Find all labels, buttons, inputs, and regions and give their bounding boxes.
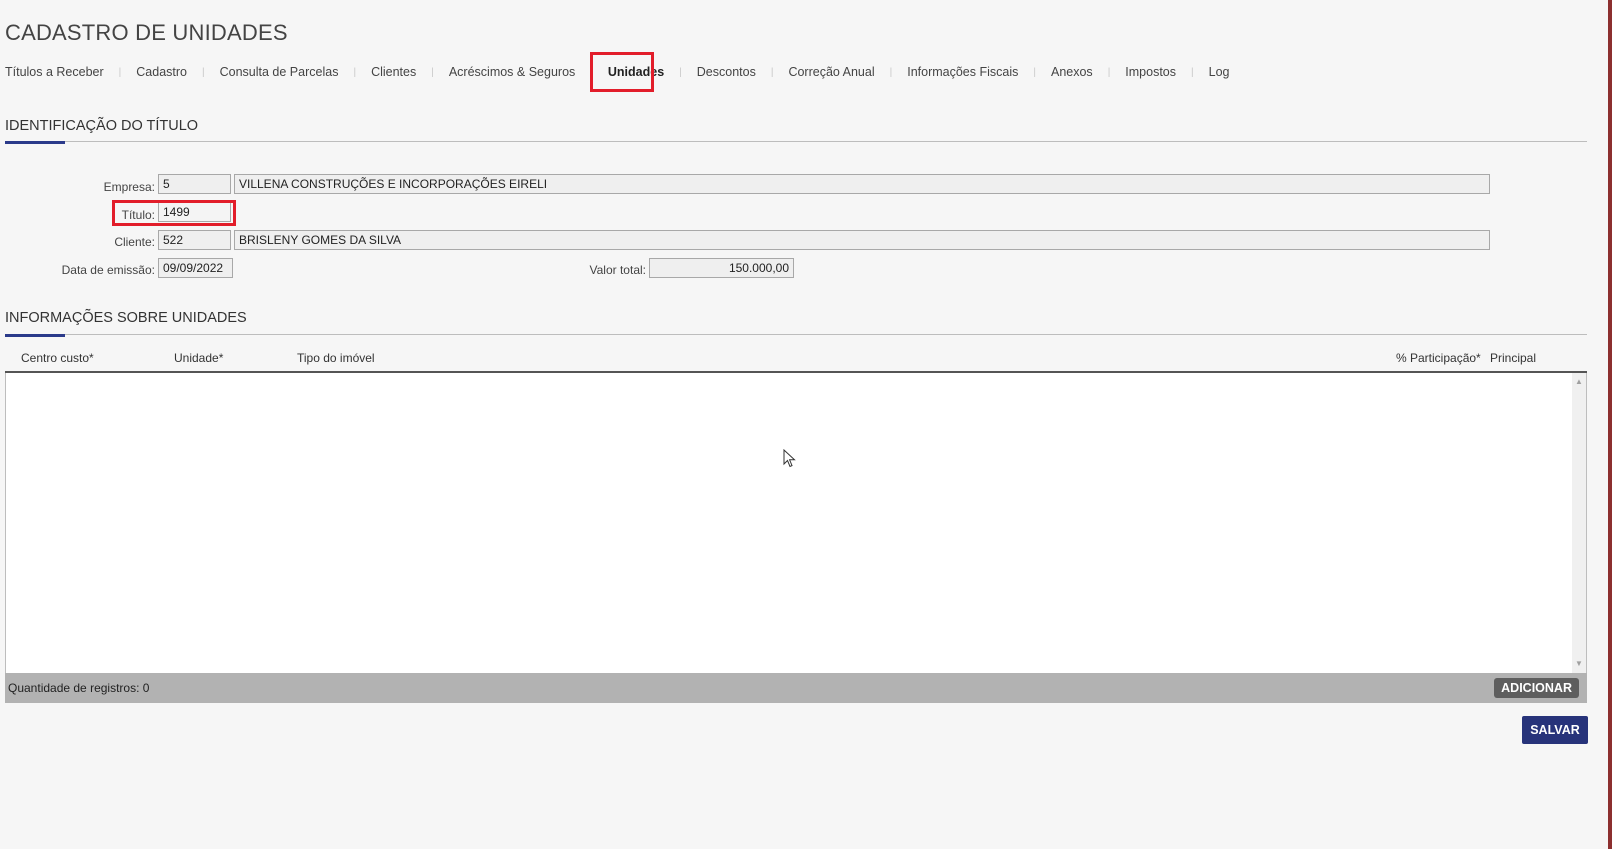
empresa-code-field[interactable]: 5 [158, 174, 231, 194]
active-tab-highlight [590, 52, 654, 92]
window-right-edge [1608, 0, 1612, 849]
tab-acrescimos-seguros[interactable]: Acréscimos & Seguros [449, 65, 575, 79]
tab-clientes[interactable]: Clientes [371, 65, 416, 79]
tab-separator: | [1033, 66, 1036, 78]
tab-titulos-a-receber[interactable]: Títulos a Receber [5, 65, 104, 79]
section-title-unidades: INFORMAÇÕES SOBRE UNIDADES [5, 310, 247, 326]
column-header-unidade[interactable]: Unidade* [174, 351, 223, 365]
cliente-name-field[interactable]: BRISLENY GOMES DA SILVA [234, 230, 1490, 250]
valor-total-field[interactable]: 150.000,00 [649, 258, 794, 278]
section-accent [5, 334, 65, 337]
tab-separator: | [889, 66, 893, 78]
tab-cadastro[interactable]: Cadastro [136, 65, 187, 79]
data-emissao-label: Data de emissão: [61, 263, 155, 277]
tab-impostos[interactable]: Impostos [1125, 65, 1176, 79]
tab-separator: | [431, 66, 434, 78]
data-emissao-field[interactable]: 09/09/2022 [158, 258, 233, 278]
valor-total-label: Valor total: [589, 263, 646, 277]
tab-separator: | [353, 66, 357, 78]
unidades-grid[interactable]: ▲ ▼ [5, 373, 1587, 673]
section-divider [5, 141, 1587, 142]
save-button[interactable]: SALVAR [1522, 716, 1588, 744]
tab-anexos[interactable]: Anexos [1051, 65, 1093, 79]
tab-descontos[interactable]: Descontos [697, 65, 756, 79]
records-count: Quantidade de registros: 0 [8, 681, 150, 695]
scroll-down-icon[interactable]: ▼ [1572, 657, 1586, 671]
tab-consulta-de-parcelas[interactable]: Consulta de Parcelas [220, 65, 339, 79]
grid-scrollbar[interactable]: ▲ ▼ [1572, 373, 1586, 673]
tab-separator: | [1107, 66, 1111, 78]
column-header-centro-custo[interactable]: Centro custo* [21, 351, 94, 365]
tab-separator: | [202, 66, 205, 78]
section-accent [5, 141, 65, 144]
tab-separator: | [679, 66, 682, 78]
column-header-participacao[interactable]: % Participação* [1396, 351, 1481, 365]
scroll-up-icon[interactable]: ▲ [1572, 375, 1586, 389]
column-header-tipo-imovel[interactable]: Tipo do imóvel [297, 351, 375, 365]
tab-correcao-anual[interactable]: Correção Anual [788, 65, 874, 79]
section-divider [5, 334, 1587, 335]
mouse-cursor-icon [783, 449, 796, 468]
tab-informacoes-fiscais[interactable]: Informações Fiscais [907, 65, 1018, 79]
cliente-label: Cliente: [114, 235, 155, 249]
grid-footer: Quantidade de registros: 0 ADICIONAR [5, 673, 1587, 703]
tab-log[interactable]: Log [1209, 65, 1230, 79]
tab-separator: | [770, 66, 774, 78]
add-button[interactable]: ADICIONAR [1494, 678, 1579, 698]
section-title-identificacao: IDENTIFICAÇÃO DO TÍTULO [5, 118, 199, 134]
tab-separator: | [1191, 66, 1194, 78]
tab-separator: | [118, 66, 122, 78]
titulo-highlight [112, 200, 236, 226]
empresa-name-field[interactable]: VILLENA CONSTRUÇÕES E INCORPORAÇÕES EIRE… [234, 174, 1490, 194]
column-header-principal[interactable]: Principal [1490, 351, 1536, 365]
empresa-label: Empresa: [103, 180, 155, 194]
page-title: CADASTRO DE UNIDADES [5, 20, 288, 45]
cliente-code-field[interactable]: 522 [158, 230, 231, 250]
